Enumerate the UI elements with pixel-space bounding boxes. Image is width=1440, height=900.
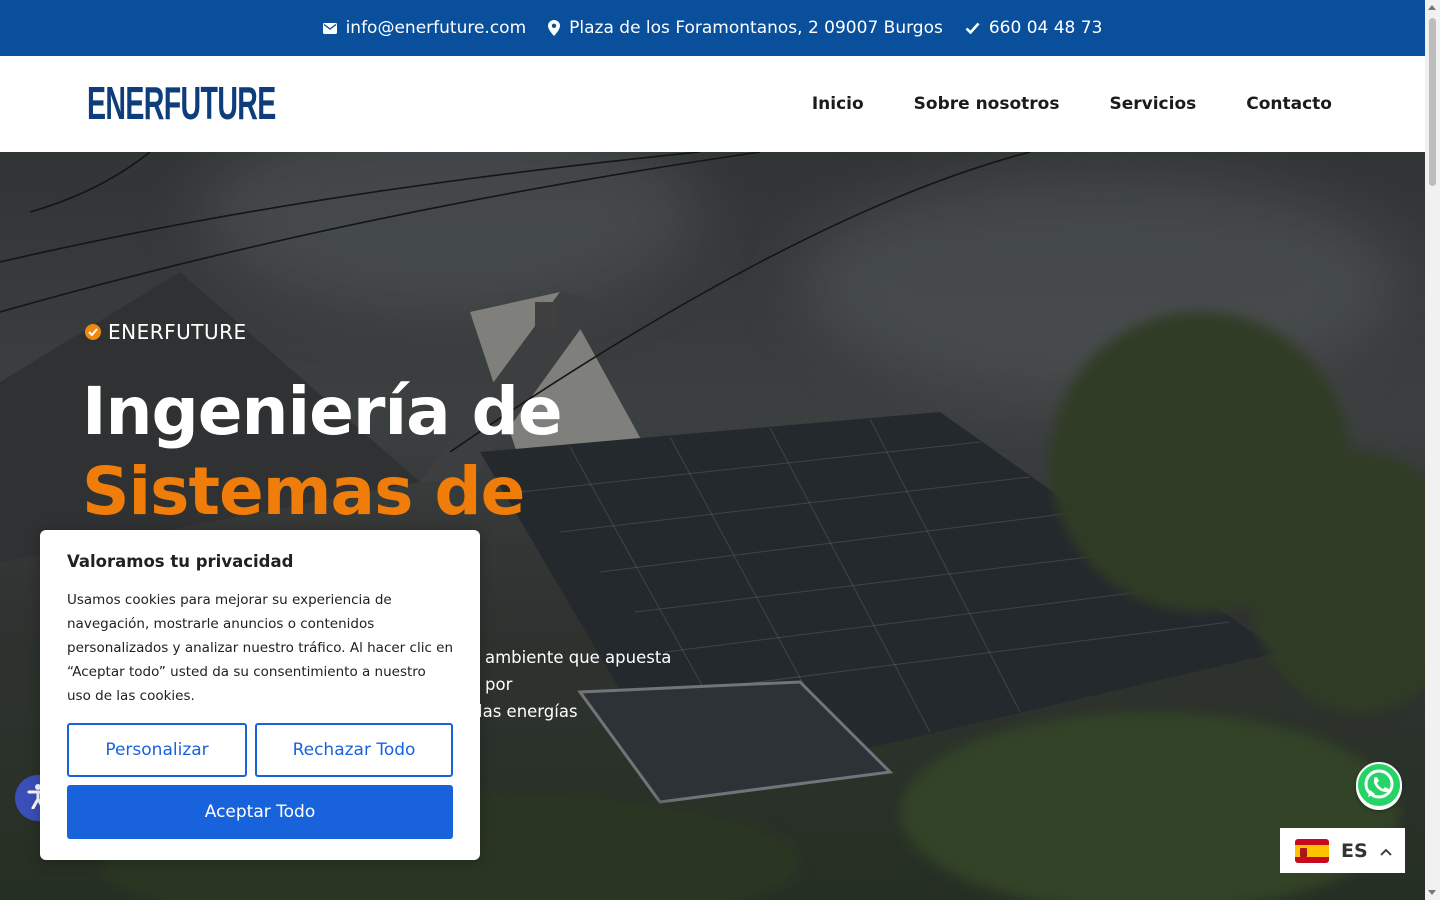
contact-email[interactable]: info@enerfuture.com bbox=[322, 18, 527, 38]
nav-sobre-nosotros[interactable]: Sobre nosotros bbox=[914, 94, 1060, 114]
nav-servicios[interactable]: Servicios bbox=[1109, 94, 1196, 114]
cookie-consent-dialog: Valoramos tu privacidad Usamos cookies p… bbox=[40, 530, 480, 860]
contact-address: Plaza de los Foramontanos, 2 09007 Burgo… bbox=[548, 18, 943, 38]
reject-all-button[interactable]: Rechazar Todo bbox=[255, 723, 453, 777]
phone-text[interactable]: 660 04 48 73 bbox=[989, 18, 1103, 38]
hero-eyebrow: ENERFUTURE bbox=[85, 320, 247, 344]
scroll-up-arrow[interactable] bbox=[1428, 5, 1436, 10]
scroll-down-arrow[interactable] bbox=[1428, 890, 1436, 895]
cookie-title: Valoramos tu privacidad bbox=[67, 552, 294, 571]
whatsapp-icon bbox=[1356, 762, 1402, 812]
scrollbar-thumb[interactable] bbox=[1429, 18, 1436, 186]
language-switcher[interactable]: ES bbox=[1280, 828, 1405, 873]
customize-button[interactable]: Personalizar bbox=[67, 723, 247, 777]
eyebrow-text: ENERFUTURE bbox=[108, 320, 247, 344]
language-code: ES bbox=[1341, 839, 1368, 862]
hero-title-line2: Sistemas de bbox=[82, 453, 525, 530]
hero-title-line1: Ingeniería de bbox=[82, 373, 563, 450]
page-scrollbar[interactable] bbox=[1425, 0, 1440, 900]
whatsapp-button[interactable] bbox=[1356, 762, 1402, 812]
site-logo[interactable]: ENERFUTURE bbox=[87, 80, 276, 126]
nav-inicio[interactable]: Inicio bbox=[812, 94, 864, 114]
spain-flag-icon bbox=[1295, 838, 1329, 863]
email-text[interactable]: info@enerfuture.com bbox=[346, 18, 527, 38]
contact-phone[interactable]: 660 04 48 73 bbox=[965, 18, 1103, 38]
address-text: Plaza de los Foramontanos, 2 09007 Burgo… bbox=[569, 18, 943, 38]
envelope-icon bbox=[322, 22, 337, 34]
accept-all-button[interactable]: Aceptar Todo bbox=[67, 785, 453, 839]
nav-contacto[interactable]: Contacto bbox=[1246, 94, 1332, 114]
main-nav: Inicio Sobre nosotros Servicios Contacto bbox=[812, 56, 1332, 152]
contact-bar: info@enerfuture.com Plaza de los Foramon… bbox=[0, 0, 1425, 56]
cookie-body: Usamos cookies para mejorar su experienc… bbox=[67, 592, 454, 704]
chevron-up-icon bbox=[1380, 841, 1392, 860]
check-icon bbox=[965, 22, 980, 34]
check-circle-icon bbox=[85, 324, 101, 340]
hero-title: Ingeniería de Sistemas de bbox=[82, 372, 563, 532]
map-pin-icon bbox=[548, 20, 561, 36]
